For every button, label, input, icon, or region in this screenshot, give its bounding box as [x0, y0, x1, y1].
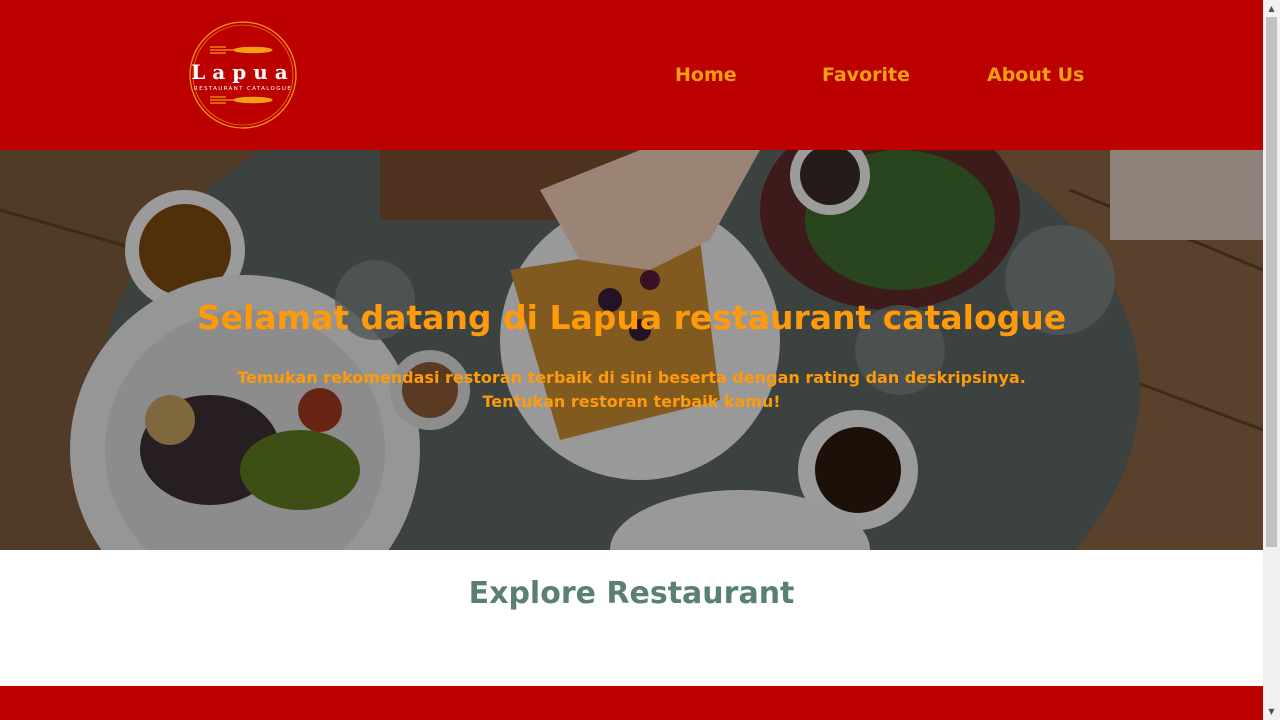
footer: [0, 686, 1263, 720]
scroll-thumb[interactable]: [1266, 17, 1277, 547]
nav-home-link[interactable]: Home: [675, 64, 737, 86]
explore-title: Explore Restaurant: [468, 576, 795, 611]
scroll-up-arrow-icon[interactable]: ▲: [1263, 0, 1280, 17]
nav-favorite-link[interactable]: Favorite: [822, 64, 910, 86]
main-nav: Home Favorite About Us: [0, 0, 1263, 150]
hero-section: Selamat datang di Lapua restaurant catal…: [0, 150, 1263, 550]
hero-subtitle: Temukan rekomendasi restoran terbaik di …: [237, 368, 1026, 411]
vertical-scrollbar[interactable]: ▲ ▼: [1263, 0, 1280, 720]
explore-section: Explore Restaurant: [0, 550, 1263, 686]
hero-overlay: [0, 150, 1263, 550]
app-header: Lapua RESTAURANT CATALOGUE Home Favorite…: [0, 0, 1263, 150]
hero-title: Selamat datang di Lapua restaurant catal…: [196, 298, 1067, 337]
nav-about-link[interactable]: About Us: [987, 64, 1084, 86]
scroll-down-arrow-icon[interactable]: ▼: [1263, 703, 1280, 720]
